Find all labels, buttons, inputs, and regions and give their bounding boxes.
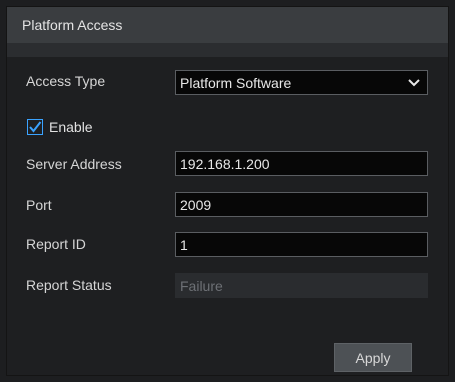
report-id-input[interactable]: 1: [175, 232, 428, 257]
report-status-label: Report Status: [26, 277, 112, 293]
server-address-label: Server Address: [26, 156, 122, 172]
apply-button[interactable]: Apply: [334, 343, 412, 372]
chevron-down-icon: [407, 76, 421, 90]
port-label: Port: [26, 197, 52, 213]
enable-label: Enable: [49, 119, 93, 135]
server-address-input[interactable]: 192.168.1.200: [175, 151, 428, 176]
access-type-label: Access Type: [26, 73, 106, 89]
report-status-field: Failure: [175, 273, 428, 298]
checkmark-icon: [29, 121, 42, 133]
platform-access-panel: Platform Access Access Type Platform Sof…: [6, 6, 449, 376]
report-id-label: Report ID: [26, 236, 86, 252]
port-input[interactable]: 2009: [175, 192, 428, 217]
title-bar: Platform Access: [7, 7, 448, 43]
page-title: Platform Access: [22, 17, 123, 33]
enable-checkbox[interactable]: [27, 119, 43, 135]
access-type-select[interactable]: Platform Software: [175, 70, 428, 95]
subheader-strip: [7, 43, 448, 57]
access-type-value: Platform Software: [180, 75, 292, 91]
